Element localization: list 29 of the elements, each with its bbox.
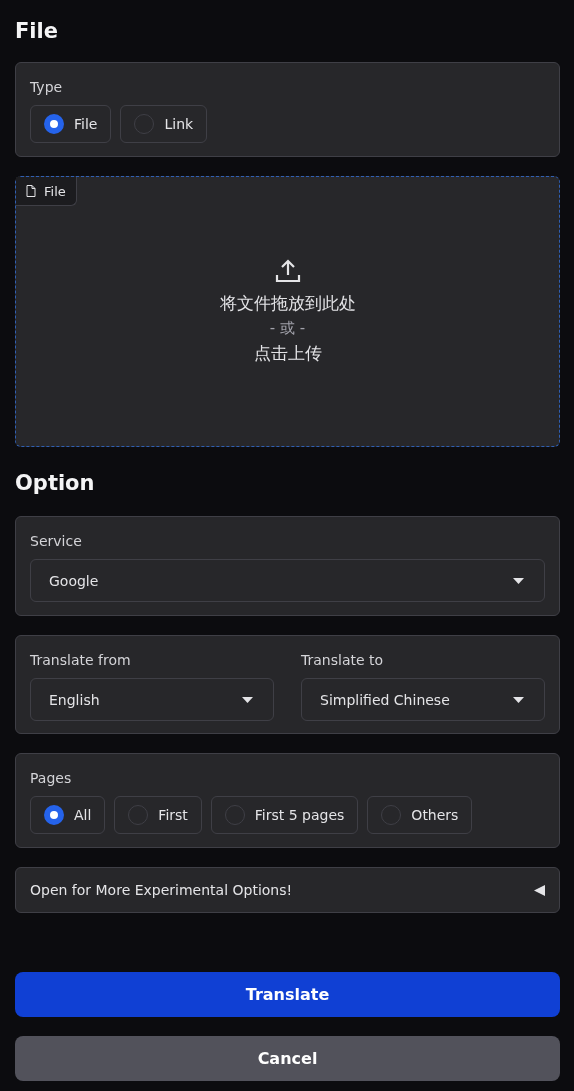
file-dropzone[interactable]: File 将文件拖放到此处 - 或 - 点击上传 [15,176,560,447]
click-upload-text: 点击上传 [253,341,322,365]
experimental-options-accordion[interactable]: Open for More Experimental Options! [15,867,560,913]
radio-option[interactable]: First [114,796,202,834]
field-label: Type [30,79,63,95]
radio-option[interactable]: Others [367,796,473,834]
upload-icon [274,257,301,284]
field-label: Translate to [301,652,384,668]
radio-option[interactable]: Link [120,105,208,143]
cancel-button[interactable]: Cancel [15,1036,560,1081]
separator-text: - 或 - [269,317,306,339]
field-label: Translate from [30,652,131,668]
radio-option[interactable]: First 5 pages [210,796,359,834]
translate-button[interactable]: Translate [15,972,560,1017]
language-select[interactable]: English [30,678,274,721]
dropdown-arrow-icon [513,696,524,703]
service-select[interactable]: Google [30,559,545,602]
dropdown-arrow-icon [242,696,253,703]
section-heading: File [15,18,59,45]
field-label: Service [30,533,82,549]
file-icon [26,185,36,197]
radio-option[interactable]: All [30,796,106,834]
radio-option[interactable]: File [30,105,112,143]
language-select[interactable]: Simplified Chinese [301,678,545,721]
section-heading: Option [15,470,96,497]
file-tab-label: File [44,183,66,199]
drop-instruction: 将文件拖放到此处 [219,291,356,315]
dropdown-arrow-icon [513,577,524,584]
field-label: Pages [30,770,72,786]
